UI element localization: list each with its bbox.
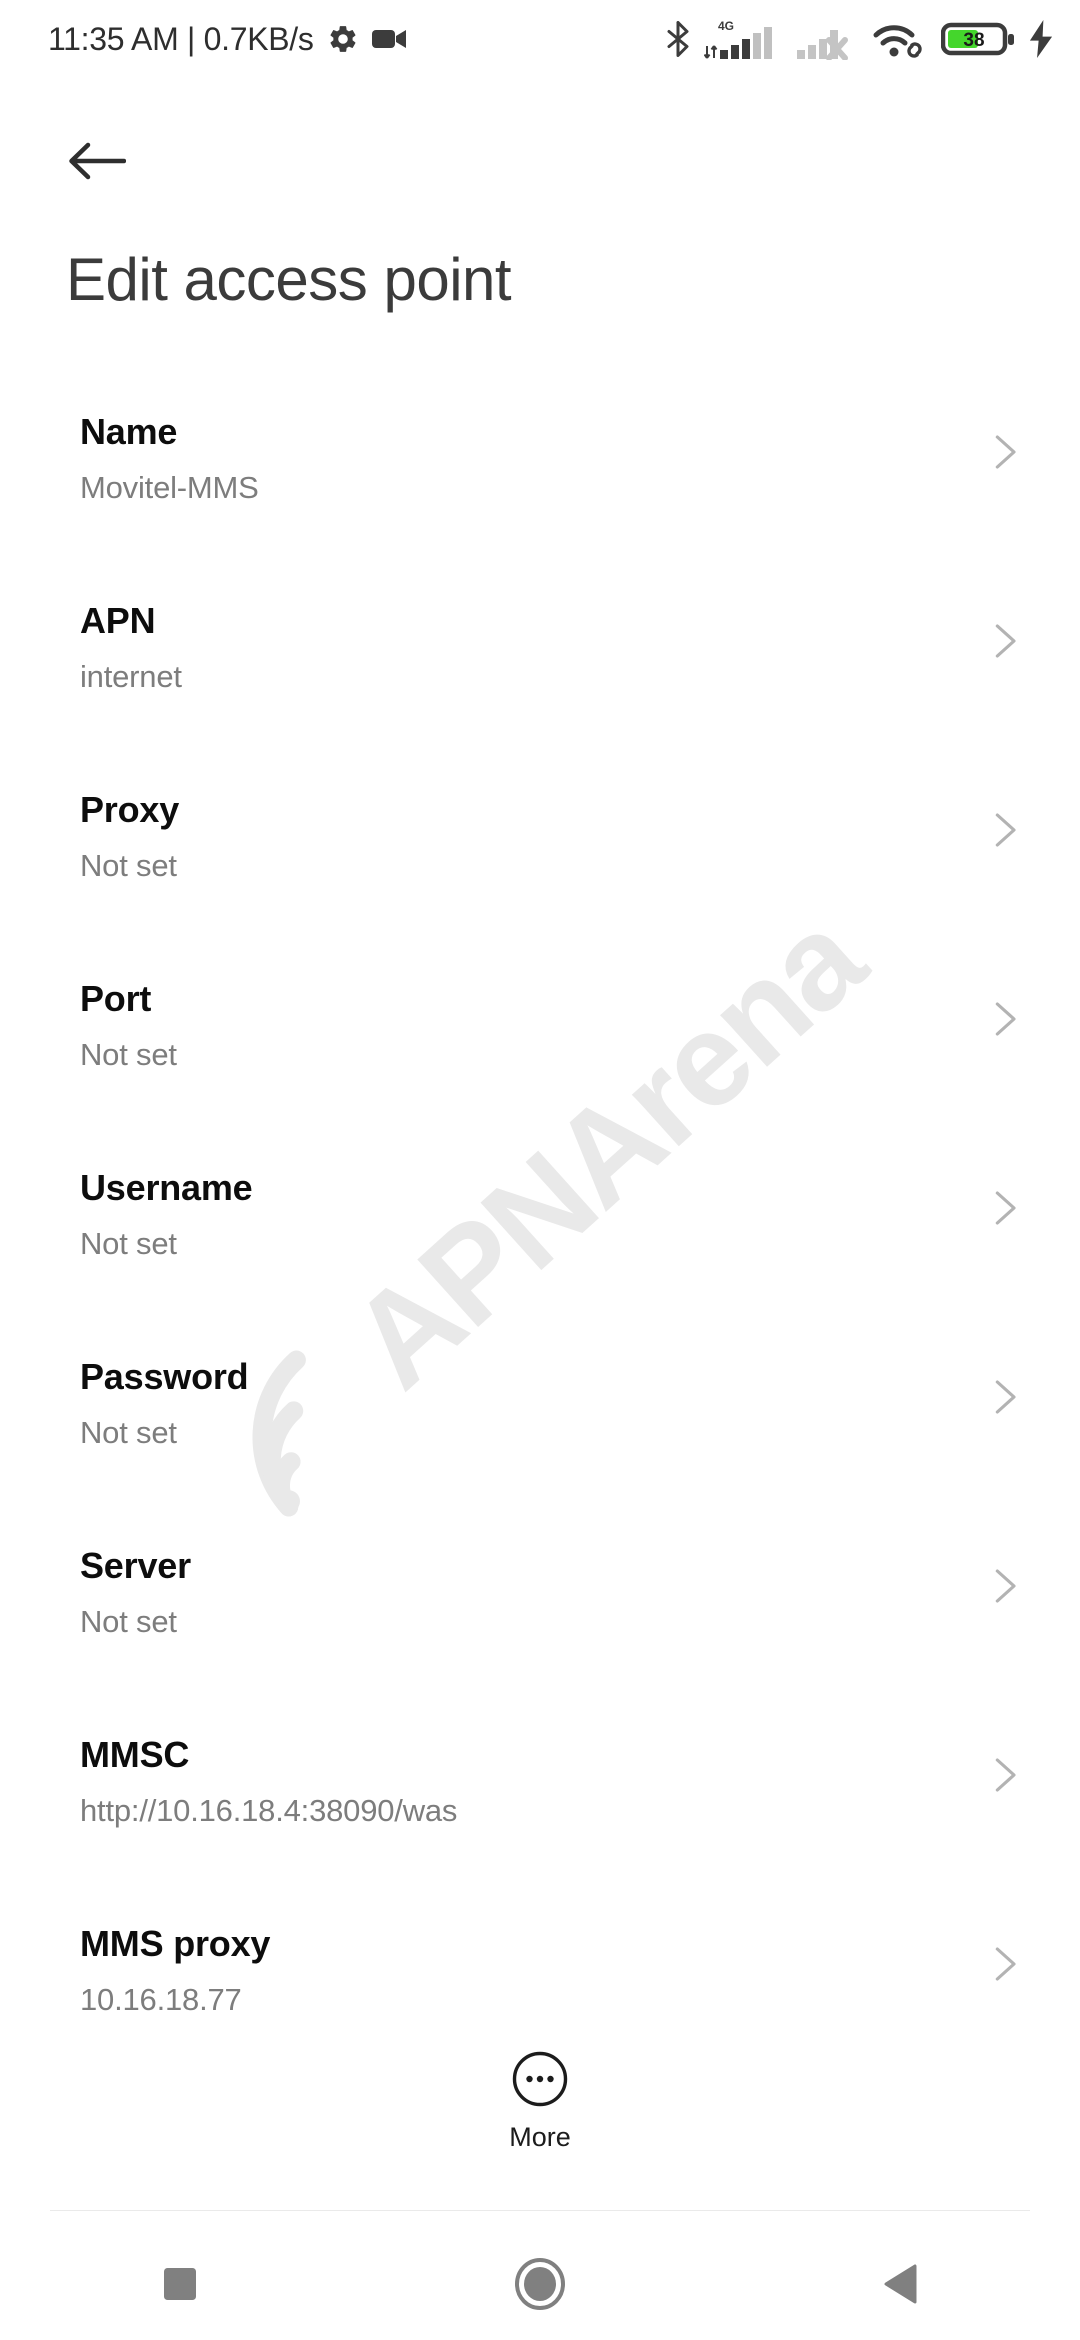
chevron-right-icon — [995, 435, 1016, 469]
charging-bolt-icon — [1029, 20, 1053, 58]
signal-4g-icon: 4G — [704, 19, 772, 59]
row-label: Username — [80, 1167, 253, 1208]
video-camera-icon — [371, 30, 406, 48]
chevron-right-icon — [995, 1002, 1016, 1036]
row-value: Movitel-MMS — [80, 470, 259, 505]
list-item-mmsc[interactable]: MMSC http://10.16.18.4:38090/was — [0, 1723, 1080, 1912]
row-value: internet — [80, 659, 182, 694]
row-value: Not set — [80, 1604, 177, 1639]
row-value: 10.16.18.77 — [80, 1982, 242, 2017]
status-bar-left: 11:35 AM | 0.7KB/s — [48, 21, 408, 58]
row-label: Server — [80, 1545, 191, 1586]
wifi-link-icon — [873, 25, 922, 58]
chevron-right-icon — [995, 1380, 1016, 1414]
triangle-left-icon — [884, 2264, 917, 2304]
list-item-apn[interactable]: APN internet — [0, 589, 1080, 778]
status-bar: 11:35 AM | 0.7KB/s 4G 38 — [0, 0, 1080, 78]
back-button[interactable] — [58, 122, 136, 200]
list-item-server[interactable]: Server Not set — [0, 1534, 1080, 1723]
svg-text:4G: 4G — [718, 19, 734, 33]
arrow-left-icon — [69, 142, 126, 180]
row-label: Port — [80, 978, 152, 1019]
row-label: MMSC — [80, 1734, 190, 1775]
chevron-right-icon — [995, 1947, 1016, 1981]
nav-recents-button[interactable] — [100, 2228, 260, 2340]
nav-home-button[interactable] — [460, 2228, 620, 2340]
row-value: Not set — [80, 1415, 177, 1450]
nav-back-button[interactable] — [820, 2228, 980, 2340]
row-label: Proxy — [80, 789, 180, 830]
chevron-right-icon — [995, 1758, 1016, 1792]
chevron-right-icon — [995, 624, 1016, 658]
row-value: Not set — [80, 1037, 177, 1072]
list-item-port[interactable]: Port Not set — [0, 967, 1080, 1156]
battery-level-text: 38 — [963, 30, 984, 51]
chevron-right-icon — [995, 1191, 1016, 1225]
more-button[interactable]: More — [0, 2050, 1080, 2153]
row-label: Password — [80, 1356, 249, 1397]
row-value: Not set — [80, 1226, 177, 1261]
circle-icon — [515, 2258, 565, 2310]
apn-settings-list: Name Movitel-MMS APN internet Proxy Not … — [0, 400, 1080, 2101]
list-item-proxy[interactable]: Proxy Not set — [0, 778, 1080, 967]
list-item-username[interactable]: Username Not set — [0, 1156, 1080, 1345]
row-label: MMS proxy — [80, 1923, 271, 1964]
chevron-right-icon — [995, 813, 1016, 847]
gear-icon — [330, 26, 356, 52]
phone-screen: APNArena 11:35 AM | 0.7KB/s 4G 38 Edit a… — [0, 0, 1080, 2340]
row-label: APN — [80, 600, 156, 641]
page-title: Edit access point — [66, 246, 512, 313]
battery-icon: 38 — [941, 22, 1014, 56]
list-item-name[interactable]: Name Movitel-MMS — [0, 400, 1080, 589]
row-label: Name — [80, 411, 178, 452]
signal-sim2-no-service-icon — [797, 30, 848, 60]
chevron-right-icon — [995, 1569, 1016, 1603]
row-value: Not set — [80, 848, 177, 883]
navigation-bar — [0, 2228, 1080, 2340]
bluetooth-icon — [667, 21, 689, 57]
bottom-divider — [50, 2210, 1030, 2211]
list-item-password[interactable]: Password Not set — [0, 1345, 1080, 1534]
more-label: More — [509, 2122, 571, 2152]
row-value: http://10.16.18.4:38090/was — [80, 1793, 458, 1828]
square-icon — [164, 2268, 196, 2300]
status-clock: 11:35 AM | 0.7KB/s — [48, 20, 314, 57]
status-bar-right: 4G 38 — [665, 18, 1054, 60]
more-horizontal-circle-icon — [512, 2051, 568, 2107]
